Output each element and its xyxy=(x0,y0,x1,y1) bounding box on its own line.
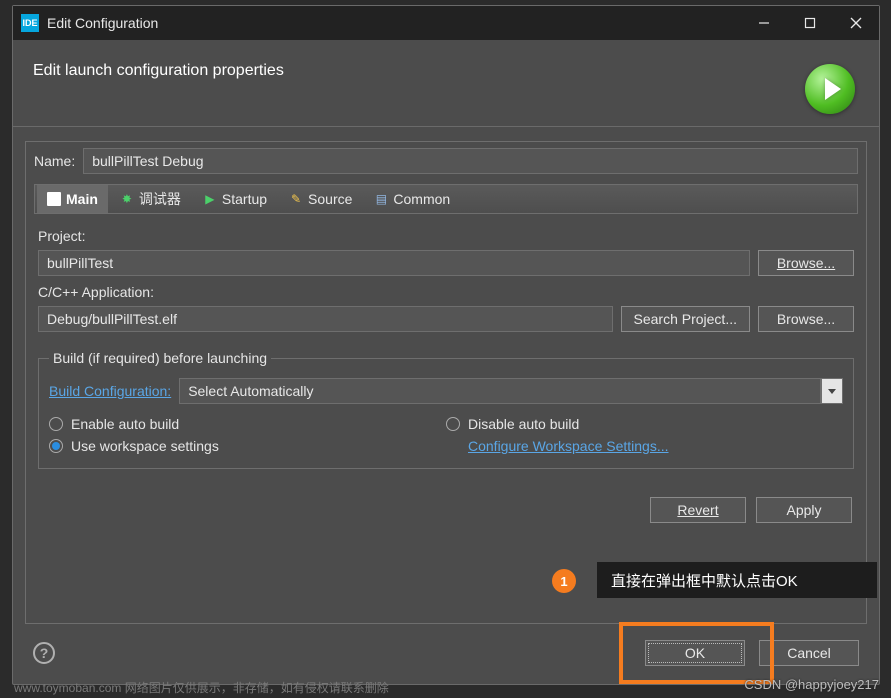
list-icon: ▤ xyxy=(374,192,388,206)
tab-source[interactable]: ✎ Source xyxy=(279,185,362,213)
project-label: Project: xyxy=(38,228,854,244)
ide-icon: IDE xyxy=(21,14,39,32)
annotation-badge: 1 xyxy=(552,569,576,593)
app-row: Search Project... Browse... xyxy=(38,306,854,332)
tab-startup[interactable]: ▶ Startup xyxy=(193,185,277,213)
chevron-down-icon[interactable] xyxy=(821,378,843,404)
app-input[interactable] xyxy=(38,306,613,332)
watermark-csdn: CSDN @happyjoey217 xyxy=(744,677,879,692)
tab-debugger-label: 调试器 xyxy=(139,189,181,209)
radio-checked-icon xyxy=(49,439,63,453)
app-browse-button[interactable]: Browse... xyxy=(758,306,854,332)
close-icon xyxy=(850,17,862,29)
maximize-button[interactable] xyxy=(787,6,833,40)
name-row: Name: xyxy=(34,148,858,174)
configure-workspace-link[interactable]: Configure Workspace Settings... xyxy=(468,438,669,454)
build-group: Build (if required) before launching Bui… xyxy=(38,350,854,469)
close-button[interactable] xyxy=(833,6,879,40)
build-legend: Build (if required) before launching xyxy=(49,350,271,366)
titlebar: IDE Edit Configuration xyxy=(13,6,879,40)
run-icon xyxy=(805,64,855,114)
pencil-icon: ✎ xyxy=(289,192,303,206)
disable-auto-label: Disable auto build xyxy=(468,416,579,432)
configure-workspace-settings-row: Configure Workspace Settings... xyxy=(446,438,843,454)
cancel-button[interactable]: Cancel xyxy=(759,640,859,666)
use-workspace-settings-radio[interactable]: Use workspace settings xyxy=(49,438,446,454)
tab-main-label: Main xyxy=(66,191,98,207)
enable-auto-label: Enable auto build xyxy=(71,416,179,432)
search-project-button[interactable]: Search Project... xyxy=(621,306,751,332)
bug-icon: ✸ xyxy=(120,192,134,206)
dialog-header: Edit launch configuration properties xyxy=(13,40,879,127)
revert-button[interactable]: Revert xyxy=(650,497,746,523)
minimize-button[interactable] xyxy=(741,6,787,40)
app-label: C/C++ Application: xyxy=(38,284,854,300)
build-config-select[interactable] xyxy=(179,378,843,404)
tab-main[interactable]: Main xyxy=(37,185,108,213)
radio-icon xyxy=(446,417,460,431)
dialog-heading: Edit launch configuration properties xyxy=(33,58,805,80)
watermark-bottom: www.toymoban.com 网络图片仅供展示，非存储，如有侵权请联系删除 xyxy=(14,679,389,696)
project-input[interactable] xyxy=(38,250,750,276)
project-row: Browse... xyxy=(38,250,854,276)
file-icon xyxy=(47,192,61,206)
mid-footer: Revert Apply xyxy=(40,497,852,523)
tab-content-main: Project: Browse... C/C++ Application: Se… xyxy=(34,214,858,529)
tab-source-label: Source xyxy=(308,191,352,207)
ok-button[interactable]: OK xyxy=(645,640,745,666)
build-config-row: Build Configuration: xyxy=(49,378,843,404)
play-icon: ▶ xyxy=(203,192,217,206)
browse-label: Browse... xyxy=(777,255,835,271)
radio-icon xyxy=(49,417,63,431)
window-title: Edit Configuration xyxy=(47,15,741,31)
help-button[interactable]: ? xyxy=(33,642,55,664)
project-browse-button[interactable]: Browse... xyxy=(758,250,854,276)
tab-bar: Main ✸ 调试器 ▶ Startup ✎ Source ▤ Common xyxy=(34,184,858,214)
tab-startup-label: Startup xyxy=(222,191,267,207)
enable-auto-build-radio[interactable]: Enable auto build xyxy=(49,416,446,432)
use-ws-label: Use workspace settings xyxy=(71,438,219,454)
disable-auto-build-radio[interactable]: Disable auto build xyxy=(446,416,843,432)
dialog-bottom: ? OK Cancel xyxy=(13,628,879,684)
name-input[interactable] xyxy=(83,148,858,174)
build-config-link[interactable]: Build Configuration: xyxy=(49,383,171,399)
annotation-text: 直接在弹出框中默认点击OK xyxy=(597,562,877,598)
build-config-value[interactable] xyxy=(179,378,821,404)
tab-common-label: Common xyxy=(393,191,450,207)
name-label: Name: xyxy=(34,153,75,169)
maximize-icon xyxy=(804,17,816,29)
build-radio-grid: Enable auto build Disable auto build Use… xyxy=(49,416,843,454)
dialog-body: Name: Main ✸ 调试器 ▶ Startup ✎ Source ▤ xyxy=(25,141,867,624)
revert-label: Revert xyxy=(677,502,718,518)
tab-common[interactable]: ▤ Common xyxy=(364,185,460,213)
tab-debugger[interactable]: ✸ 调试器 xyxy=(110,185,191,213)
apply-button[interactable]: Apply xyxy=(756,497,852,523)
minimize-icon xyxy=(758,17,770,29)
